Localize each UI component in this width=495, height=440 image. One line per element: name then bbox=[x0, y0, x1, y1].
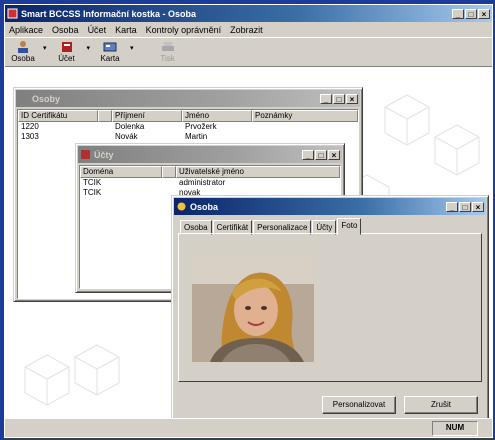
close-button[interactable]: × bbox=[472, 201, 484, 212]
tab-foto[interactable]: Foto bbox=[337, 218, 362, 235]
minimize-button[interactable]: _ bbox=[320, 93, 332, 104]
window-icon bbox=[19, 94, 28, 103]
table-cell: Novák bbox=[115, 132, 138, 141]
osoba-detail-title: Osoba bbox=[190, 201, 219, 212]
chevron-down-icon[interactable]: ▾ bbox=[43, 44, 47, 52]
table-header: Doména Uživatelské jméno bbox=[80, 166, 340, 178]
menu-ucet[interactable]: Účet bbox=[88, 25, 107, 35]
minimize-button[interactable]: _ bbox=[446, 201, 458, 212]
column-header[interactable]: ID Certifikátu bbox=[18, 110, 98, 122]
osoby-titlebar[interactable]: Osoby _ □ × bbox=[16, 90, 360, 107]
window-icon bbox=[81, 150, 90, 159]
toolbar-karta-label: Karta bbox=[100, 54, 120, 63]
table-cell: Prvožerk bbox=[185, 122, 217, 131]
toolbar-osoba-button[interactable]: Osoba bbox=[9, 40, 37, 63]
toolbar-karta-button[interactable]: Karta bbox=[96, 40, 124, 63]
cancel-button[interactable]: Zrušit bbox=[404, 396, 478, 414]
minimize-button[interactable]: _ bbox=[302, 149, 314, 160]
minimize-button[interactable]: _ bbox=[452, 8, 464, 19]
status-bar: NUM bbox=[5, 418, 492, 437]
printer-icon bbox=[161, 42, 174, 51]
toolbar-osoba-label: Osoba bbox=[11, 54, 35, 63]
chevron-down-icon[interactable]: ▾ bbox=[87, 44, 91, 52]
table-cell: administrator bbox=[179, 178, 226, 187]
ucty-titlebar[interactable]: Účty _ □ × bbox=[78, 146, 342, 163]
personalize-button-label: Personalizovat bbox=[332, 400, 386, 409]
menu-aplikace[interactable]: Aplikace bbox=[9, 25, 43, 35]
maximize-button[interactable]: □ bbox=[465, 8, 477, 19]
account-icon bbox=[61, 42, 72, 52]
menu-kontroly[interactable]: Kontroly oprávnění bbox=[146, 25, 222, 35]
toolbar-ucet-button[interactable]: Účet bbox=[53, 40, 81, 63]
table-row[interactable]: 1220 Dolenka Prvožerk bbox=[18, 122, 358, 132]
close-button[interactable]: × bbox=[328, 149, 340, 160]
osoba-detail-window: Osoba _ □ × Osoba Certifikát Personaliza… bbox=[171, 195, 489, 419]
column-header[interactable]: Poznámky bbox=[252, 110, 358, 122]
close-button[interactable]: × bbox=[346, 93, 358, 104]
window-icon bbox=[177, 202, 186, 211]
close-button[interactable]: × bbox=[478, 8, 490, 19]
app-title: Smart BCCSS Informační kostka - Osoba bbox=[21, 8, 197, 19]
menu-osoba[interactable]: Osoba bbox=[52, 25, 79, 35]
column-header[interactable]: Doména bbox=[80, 166, 162, 178]
table-cell: 1303 bbox=[21, 132, 39, 141]
toolbar-tisk-label: Tisk bbox=[160, 54, 175, 63]
column-header[interactable]: Jméno bbox=[182, 110, 252, 122]
maximize-button[interactable]: □ bbox=[459, 201, 471, 212]
person-photo bbox=[192, 254, 314, 362]
ucty-title: Účty bbox=[94, 149, 114, 160]
table-cell: 1220 bbox=[21, 122, 39, 131]
main-window: Smart BCCSS Informační kostka - Osoba _ … bbox=[4, 4, 493, 438]
table-row[interactable]: 1303 Novák Martin bbox=[18, 132, 358, 142]
toolbar-tisk-button[interactable]: Tisk bbox=[154, 40, 182, 63]
osoby-title: Osoby bbox=[32, 93, 61, 104]
toolbar-ucet-label: Účet bbox=[58, 54, 75, 63]
column-header[interactable] bbox=[162, 166, 176, 178]
table-row[interactable]: TCIK administrator bbox=[80, 178, 340, 188]
person-icon bbox=[18, 41, 28, 53]
main-titlebar[interactable]: Smart BCCSS Informační kostka - Osoba _ … bbox=[5, 5, 492, 22]
toolbar: Osoba ▾ Účet ▾ Karta ▾ Tisk bbox=[5, 37, 492, 67]
personalize-button[interactable]: Personalizovat bbox=[322, 396, 396, 414]
menu-bar: Aplikace Osoba Účet Karta Kontroly opráv… bbox=[5, 22, 492, 37]
table-cell: TCIK bbox=[83, 188, 102, 197]
maximize-button[interactable]: □ bbox=[315, 149, 327, 160]
maximize-button[interactable]: □ bbox=[333, 93, 345, 104]
mdi-workspace: Osoby _ □ × ID Certifikátu Příjmení Jmén… bbox=[5, 67, 492, 419]
column-header[interactable]: Uživatelské jméno bbox=[176, 166, 340, 178]
menu-zobrazit[interactable]: Zobrazit bbox=[230, 25, 263, 35]
table-header: ID Certifikátu Příjmení Jméno Poznámky bbox=[18, 110, 358, 122]
osoba-detail-titlebar[interactable]: Osoba _ □ × bbox=[174, 198, 486, 215]
app-icon bbox=[7, 8, 18, 19]
column-header[interactable]: Příjmení bbox=[112, 110, 182, 122]
menu-karta[interactable]: Karta bbox=[115, 25, 137, 35]
card-icon bbox=[103, 42, 117, 52]
table-cell: Martin bbox=[185, 132, 208, 141]
cancel-button-label: Zrušit bbox=[431, 400, 451, 409]
table-cell: Dolenka bbox=[115, 122, 145, 131]
column-header[interactable] bbox=[98, 110, 112, 122]
status-num-indicator: NUM bbox=[432, 421, 478, 436]
chevron-down-icon[interactable]: ▾ bbox=[130, 44, 134, 52]
table-cell: TCIK bbox=[83, 178, 102, 187]
